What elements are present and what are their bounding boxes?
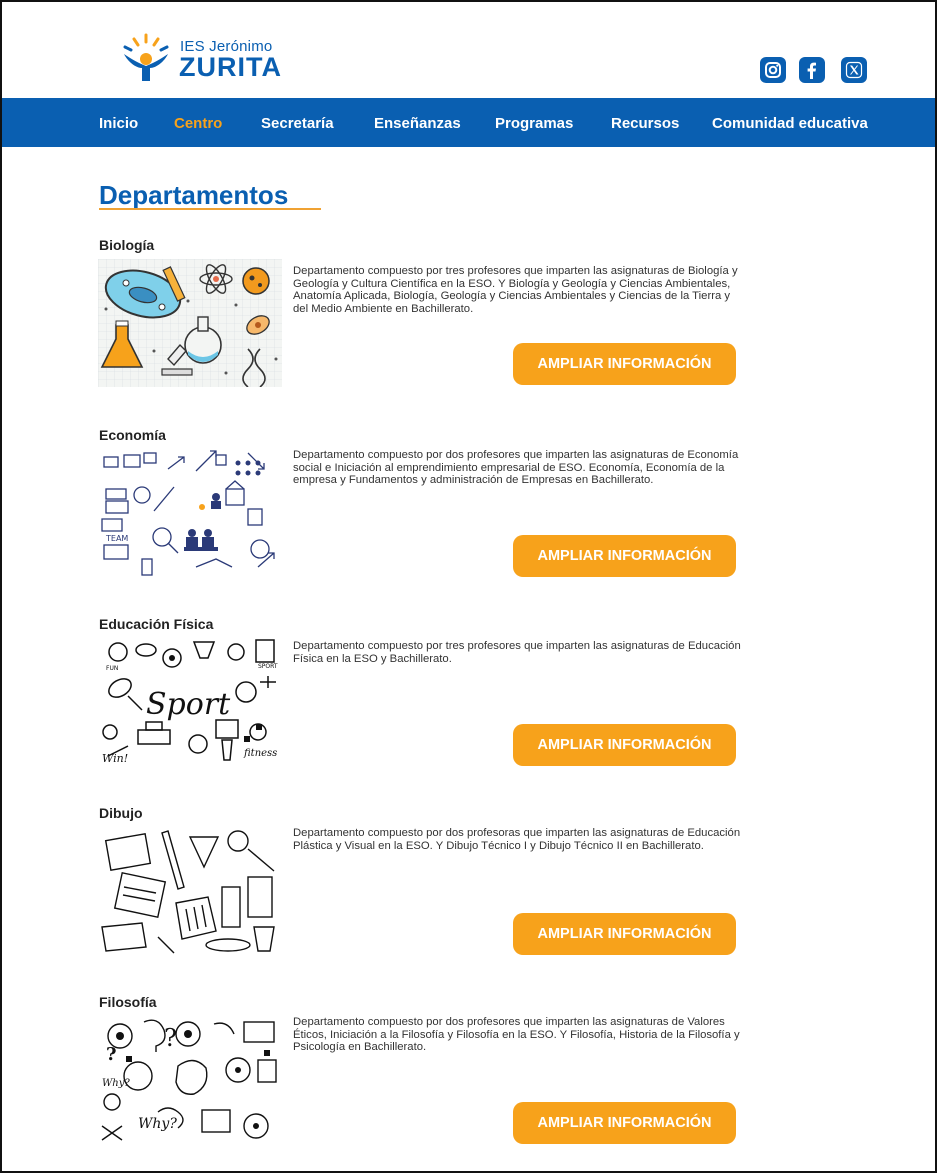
drawing-illustration	[98, 827, 282, 955]
title-underline	[99, 208, 321, 210]
why-word-small: Why?	[102, 1078, 130, 1089]
sport-tag-word: SPORT	[258, 663, 278, 670]
fitness-word: fitness	[243, 748, 277, 759]
philosophy-image: ? ? Why? Why?	[98, 1016, 282, 1144]
x-twitter-link[interactable]	[841, 57, 867, 83]
main-nav: Inicio Centro Secretaría Enseñanzas Prog…	[2, 98, 935, 147]
nav-item-inicio[interactable]: Inicio	[99, 98, 138, 147]
svg-text:?: ?	[106, 1044, 117, 1065]
svg-text:?: ?	[164, 1024, 177, 1052]
svg-text:TEAM: TEAM	[105, 534, 128, 543]
nav-item-comunidad-educativa[interactable]: Comunidad educativa	[712, 98, 868, 147]
page-frame: IES Jerónimo ZURITA Inicio Centro Secret…	[0, 0, 937, 1173]
fun-word: FUN	[106, 665, 118, 672]
facebook-icon	[807, 62, 816, 79]
site-header: IES Jerónimo ZURITA	[2, 2, 935, 98]
page-title: Departamentos	[99, 180, 289, 210]
department-name: Economía	[99, 427, 166, 443]
sport-word: Sport	[146, 687, 231, 722]
nav-item-ensenanzas[interactable]: Enseñanzas	[374, 98, 461, 147]
facebook-link[interactable]	[799, 57, 825, 83]
biology-image	[98, 259, 282, 387]
biology-illustration	[98, 259, 282, 387]
department-description: Departamento compuesto por dos profesora…	[293, 827, 741, 852]
logo-mark-icon	[123, 33, 169, 81]
department-description: Departamento compuesto por dos profesore…	[293, 1016, 740, 1054]
site-logo[interactable]: IES Jerónimo ZURITA	[118, 32, 308, 84]
physical-education-image: Sport fitness Win! SPORT FUN	[98, 636, 282, 764]
department-description: Departamento compuesto por tres profesor…	[293, 640, 741, 665]
x-twitter-icon	[845, 61, 863, 79]
ampliar-informacion-button[interactable]: AMPLIAR INFORMACIÓN	[513, 1102, 736, 1144]
why-word: Why?	[138, 1116, 177, 1132]
win-word: Win!	[102, 752, 128, 764]
nav-item-recursos[interactable]: Recursos	[611, 98, 679, 147]
department-description: Departamento compuesto por dos profesore…	[293, 449, 739, 487]
ampliar-informacion-button[interactable]: AMPLIAR INFORMACIÓN	[513, 343, 736, 385]
department-description: Departamento compuesto por tres profesor…	[293, 265, 738, 315]
department-name: Educación Física	[99, 616, 214, 632]
nav-item-programas[interactable]: Programas	[495, 98, 573, 147]
economy-illustration: TEAM	[98, 449, 282, 577]
sports-illustration: Sport fitness Win! SPORT FUN	[98, 636, 282, 764]
economy-image: TEAM	[98, 449, 282, 577]
ampliar-informacion-button[interactable]: AMPLIAR INFORMACIÓN	[513, 913, 736, 955]
ampliar-informacion-button[interactable]: AMPLIAR INFORMACIÓN	[513, 535, 736, 577]
instagram-link[interactable]	[760, 57, 786, 83]
drawing-image	[98, 827, 282, 955]
department-name: Dibujo	[99, 805, 143, 821]
department-name: Filosofía	[99, 994, 157, 1010]
logo-school-name: ZURITA	[179, 52, 282, 82]
philosophy-illustration: ? ? Why? Why?	[98, 1016, 282, 1144]
department-name: Biología	[99, 237, 155, 253]
instagram-icon	[765, 62, 781, 78]
ampliar-informacion-button[interactable]: AMPLIAR INFORMACIÓN	[513, 724, 736, 766]
nav-item-centro[interactable]: Centro	[174, 98, 222, 147]
nav-item-secretaria[interactable]: Secretaría	[261, 98, 334, 147]
